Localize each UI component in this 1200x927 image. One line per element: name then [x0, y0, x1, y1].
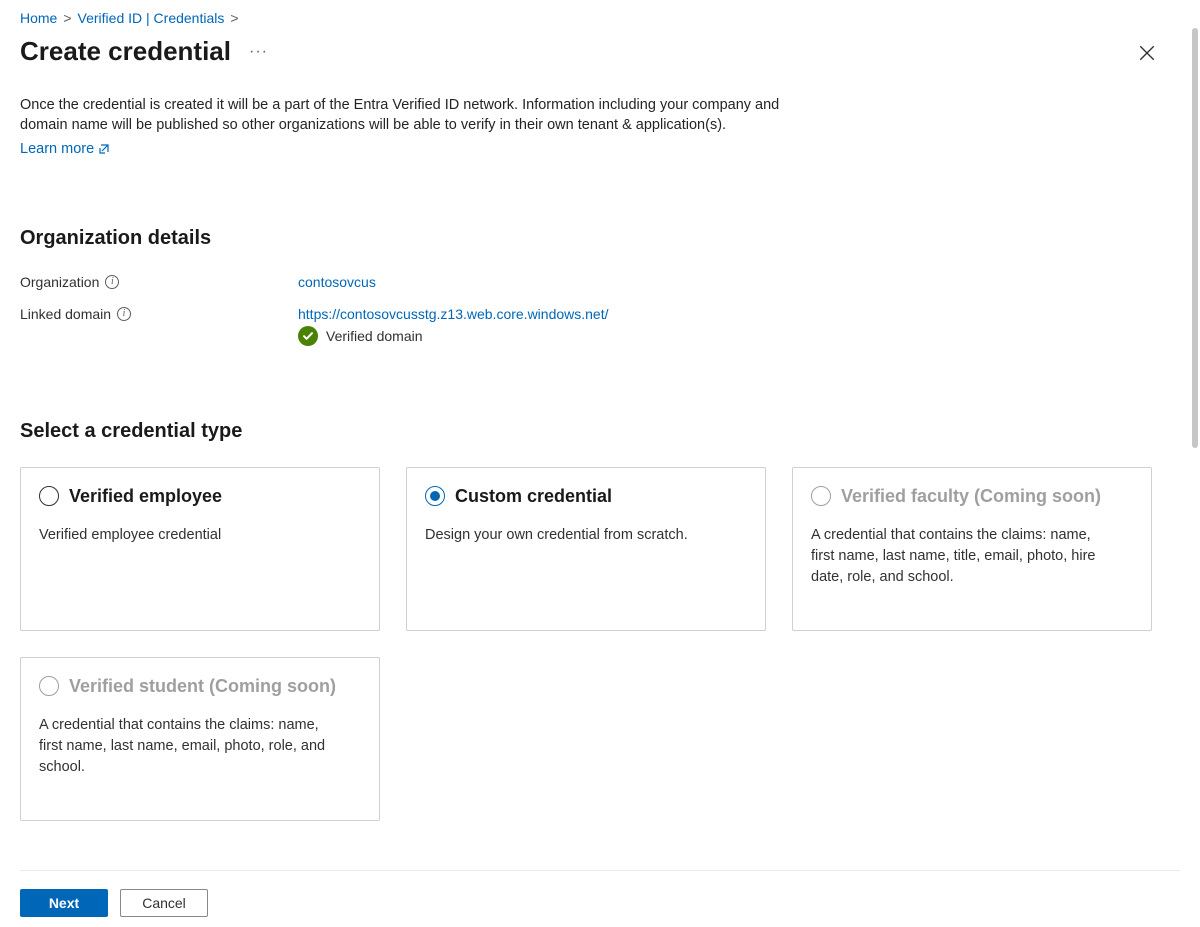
card-desc: A credential that contains the claims: n… [811, 525, 1111, 588]
chevron-right-icon: > [63, 10, 71, 26]
radio-verified-student [39, 676, 59, 696]
intro-text: Once the credential is created it will b… [20, 95, 800, 136]
breadcrumb-home[interactable]: Home [20, 10, 57, 26]
verified-check-icon [298, 326, 318, 346]
main-scroll[interactable]: Home > Verified ID | Credentials > Creat… [0, 0, 1190, 865]
card-title: Verified faculty (Coming soon) [841, 486, 1101, 507]
radio-verified-employee[interactable] [39, 486, 59, 506]
info-icon[interactable]: i [105, 275, 119, 289]
breadcrumb-verified-id[interactable]: Verified ID | Credentials [78, 10, 225, 26]
card-title: Verified employee [69, 486, 222, 507]
scrollbar[interactable] [1192, 28, 1198, 448]
learn-more-label: Learn more [20, 141, 94, 157]
cancel-button[interactable]: Cancel [120, 889, 208, 917]
card-verified-faculty: Verified faculty (Coming soon) A credent… [792, 467, 1152, 631]
close-icon [1138, 44, 1156, 62]
chevron-right-icon: > [230, 10, 238, 26]
verified-text: Verified domain [326, 328, 423, 344]
card-verified-student: Verified student (Coming soon) A credent… [20, 657, 380, 821]
footer: Next Cancel [20, 870, 1180, 917]
info-icon[interactable]: i [117, 307, 131, 321]
org-label-text: Organization [20, 274, 99, 290]
learn-more-link[interactable]: Learn more [20, 141, 110, 157]
domain-value-link[interactable]: https://contosovcusstg.z13.web.core.wind… [298, 306, 609, 322]
credential-type-grid: Verified employee Verified employee cred… [20, 467, 1170, 821]
page-title: Create credential [20, 36, 231, 67]
card-title: Verified student (Coming soon) [69, 676, 336, 697]
card-title: Custom credential [455, 486, 612, 507]
org-label: Organization i [20, 274, 298, 290]
domain-label-text: Linked domain [20, 306, 111, 322]
radio-verified-faculty [811, 486, 831, 506]
card-desc: A credential that contains the claims: n… [39, 715, 339, 778]
radio-custom-credential[interactable] [425, 486, 445, 506]
card-verified-employee[interactable]: Verified employee Verified employee cred… [20, 467, 380, 631]
select-type-title: Select a credential type [20, 420, 1170, 443]
domain-label: Linked domain i [20, 306, 298, 322]
card-desc: Design your own credential from scratch. [425, 525, 725, 546]
org-section-title: Organization details [20, 227, 1170, 250]
card-desc: Verified employee credential [39, 525, 339, 546]
breadcrumb: Home > Verified ID | Credentials > [20, 10, 1170, 26]
org-value-link[interactable]: contosovcus [298, 274, 376, 290]
external-link-icon [98, 143, 110, 155]
card-custom-credential[interactable]: Custom credential Design your own creden… [406, 467, 766, 631]
close-button[interactable] [1138, 44, 1156, 65]
next-button[interactable]: Next [20, 889, 108, 917]
more-actions-button[interactable]: ··· [245, 39, 272, 65]
